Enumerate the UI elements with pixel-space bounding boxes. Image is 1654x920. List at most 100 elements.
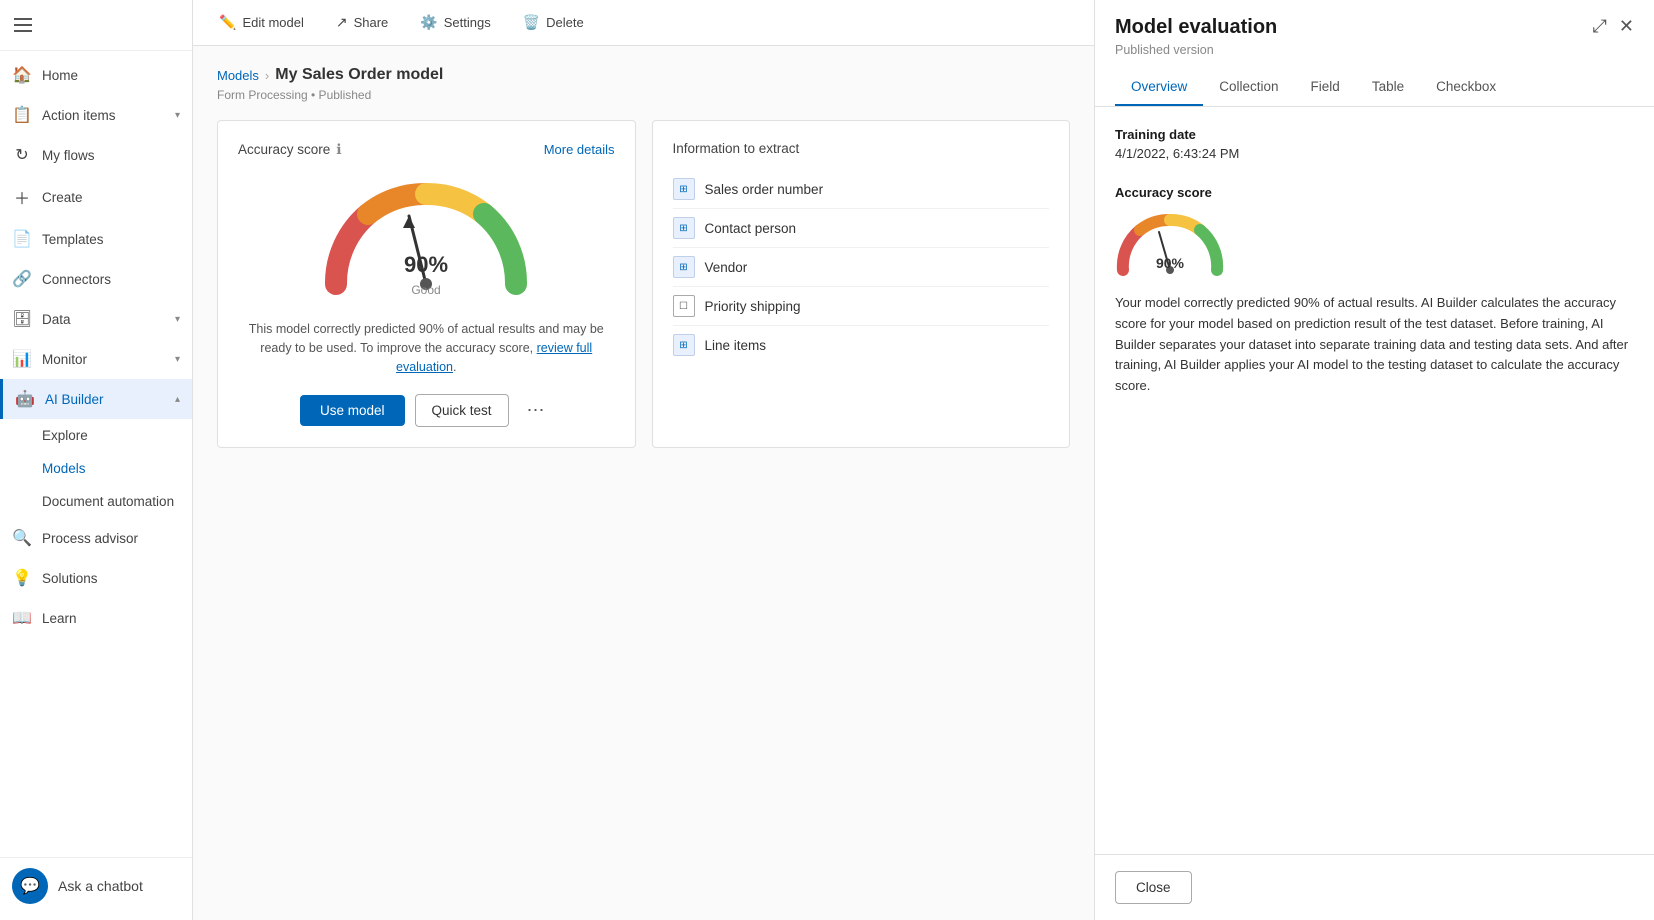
panel-tabs: Overview Collection Field Table Checkbox — [1115, 69, 1634, 106]
tab-field[interactable]: Field — [1295, 69, 1356, 106]
accuracy-card: Accuracy score ℹ More details — [217, 120, 636, 448]
list-item: ⊞ Sales order number — [673, 170, 1050, 209]
svg-text:90%: 90% — [1156, 255, 1185, 271]
sidebar-item-ai-builder[interactable]: 🤖 AI Builder ▴ — [0, 379, 192, 419]
card-title: Accuracy score ℹ — [238, 141, 342, 158]
sidebar-sub-item-document-automation[interactable]: Document automation — [0, 485, 192, 518]
settings-icon: ⚙️ — [420, 14, 437, 31]
checkbox-icon: ☐ — [673, 295, 695, 317]
panel-body: Training date 4/1/2022, 6:43:24 PM Accur… — [1095, 107, 1654, 854]
chevron-down-icon: ▾ — [175, 110, 180, 121]
main-content: ✏️ Edit model ↗ Share ⚙️ Settings 🗑️ Del… — [193, 0, 1094, 920]
sidebar-item-my-flows[interactable]: ↻ My flows — [0, 135, 192, 175]
action-items-icon: 📋 — [12, 105, 32, 125]
edit-model-button[interactable]: ✏️ Edit model — [213, 10, 310, 35]
sidebar-item-connectors[interactable]: 🔗 Connectors — [0, 259, 192, 299]
learn-icon: 📖 — [12, 608, 32, 628]
sidebar-item-home[interactable]: 🏠 Home — [0, 55, 192, 95]
accuracy-description: Your model correctly predicted 90% of ac… — [1115, 293, 1634, 397]
close-button[interactable]: Close — [1115, 871, 1192, 904]
list-item: ⊞ Vendor — [673, 248, 1050, 287]
panel-title: Model evaluation — [1115, 16, 1277, 39]
page-subtitle: Form Processing • Published — [217, 88, 1070, 102]
panel-gauge: 90% — [1115, 210, 1634, 283]
sidebar-item-templates[interactable]: 📄 Templates — [0, 219, 192, 259]
edit-icon: ✏️ — [219, 14, 236, 31]
data-icon: 🗄 — [12, 309, 32, 329]
info-card-title: Information to extract — [673, 141, 1050, 156]
sidebar-top — [0, 0, 192, 51]
use-model-button[interactable]: Use model — [300, 395, 405, 426]
content-area: Models › My Sales Order model Form Proce… — [193, 46, 1094, 920]
expand-icon[interactable]: ⤢ — [1593, 16, 1607, 37]
home-icon: 🏠 — [12, 65, 32, 85]
tab-collection[interactable]: Collection — [1203, 69, 1294, 106]
sidebar-item-learn[interactable]: 📖 Learn — [0, 598, 192, 638]
share-button[interactable]: ↗ Share — [330, 10, 394, 35]
flows-icon: ↻ — [12, 145, 32, 165]
nav-items: 🏠 Home 📋 Action items ▾ ↻ My flows ＋ Cre… — [0, 51, 192, 857]
sidebar-item-process-advisor[interactable]: 🔍 Process advisor — [0, 518, 192, 558]
more-options-button[interactable]: ⋯ — [519, 396, 553, 425]
process-advisor-icon: 🔍 — [12, 528, 32, 548]
panel-subtitle: Published version — [1115, 43, 1634, 57]
delete-icon: 🗑️ — [523, 14, 540, 31]
settings-button[interactable]: ⚙️ Settings — [414, 10, 496, 35]
list-item: ⊞ Contact person — [673, 209, 1050, 248]
info-icon: ℹ — [336, 141, 341, 158]
sidebar-item-action-items[interactable]: 📋 Action items ▾ — [0, 95, 192, 135]
accuracy-section: Accuracy score 90% — [1115, 185, 1634, 397]
toolbar: ✏️ Edit model ↗ Share ⚙️ Settings 🗑️ Del… — [193, 0, 1094, 46]
cards-row: Accuracy score ℹ More details — [217, 120, 1070, 448]
monitor-icon: 📊 — [12, 349, 32, 369]
table-icon: ⊞ — [673, 217, 695, 239]
accuracy-label: Accuracy score — [1115, 185, 1634, 200]
info-items-list: ⊞ Sales order number ⊞ Contact person ⊞ … — [673, 170, 1050, 364]
chatbot-button[interactable]: 💬 Ask a chatbot — [12, 868, 180, 904]
hamburger-menu[interactable] — [8, 12, 184, 38]
delete-button[interactable]: 🗑️ Delete — [517, 10, 590, 35]
share-icon: ↗ — [336, 14, 348, 31]
tab-overview[interactable]: Overview — [1115, 69, 1203, 106]
card-actions: Use model Quick test ⋯ — [238, 394, 615, 427]
connectors-icon: 🔗 — [12, 269, 32, 289]
training-date-label: Training date — [1115, 127, 1634, 142]
panel-gauge-svg: 90% — [1115, 210, 1225, 280]
solutions-icon: 💡 — [12, 568, 32, 588]
gauge-chart: 90% Good — [238, 174, 615, 304]
tab-checkbox[interactable]: Checkbox — [1420, 69, 1512, 106]
training-date-value: 4/1/2022, 6:43:24 PM — [1115, 146, 1634, 161]
sidebar-sub-item-explore[interactable]: Explore — [0, 419, 192, 452]
svg-text:90%: 90% — [404, 252, 448, 277]
table-icon: ⊞ — [673, 334, 695, 356]
quick-test-button[interactable]: Quick test — [415, 394, 509, 427]
chevron-down-icon: ▾ — [175, 314, 180, 325]
table-icon: ⊞ — [673, 178, 695, 200]
card-header: Accuracy score ℹ More details — [238, 141, 615, 158]
sidebar-bottom: 💬 Ask a chatbot — [0, 857, 192, 920]
sidebar: 🏠 Home 📋 Action items ▾ ↻ My flows ＋ Cre… — [0, 0, 193, 920]
tab-table[interactable]: Table — [1356, 69, 1420, 106]
chevron-up-icon: ▴ — [175, 394, 180, 405]
chatbot-icon: 💬 — [12, 868, 48, 904]
templates-icon: 📄 — [12, 229, 32, 249]
sidebar-item-create[interactable]: ＋ Create — [0, 175, 192, 219]
create-icon: ＋ — [12, 185, 32, 209]
right-panel: Model evaluation ⤢ ✕ Published version O… — [1094, 0, 1654, 920]
more-details-link[interactable]: More details — [544, 142, 615, 157]
sidebar-item-solutions[interactable]: 💡 Solutions — [0, 558, 192, 598]
close-icon[interactable]: ✕ — [1619, 16, 1634, 37]
list-item: ☐ Priority shipping — [673, 287, 1050, 326]
sidebar-item-monitor[interactable]: 📊 Monitor ▾ — [0, 339, 192, 379]
gauge-description: This model correctly predicted 90% of ac… — [238, 320, 615, 376]
ai-builder-icon: 🤖 — [15, 389, 35, 409]
breadcrumb: Models › My Sales Order model — [217, 66, 1070, 84]
panel-footer: Close — [1095, 854, 1654, 920]
training-date-section: Training date 4/1/2022, 6:43:24 PM — [1115, 127, 1634, 161]
panel-header: Model evaluation ⤢ ✕ Published version O… — [1095, 0, 1654, 107]
chevron-down-icon: ▾ — [175, 354, 180, 365]
sidebar-item-data[interactable]: 🗄 Data ▾ — [0, 299, 192, 339]
info-card: Information to extract ⊞ Sales order num… — [652, 120, 1071, 448]
svg-text:Good: Good — [412, 283, 441, 297]
sidebar-sub-item-models[interactable]: Models — [0, 452, 192, 485]
